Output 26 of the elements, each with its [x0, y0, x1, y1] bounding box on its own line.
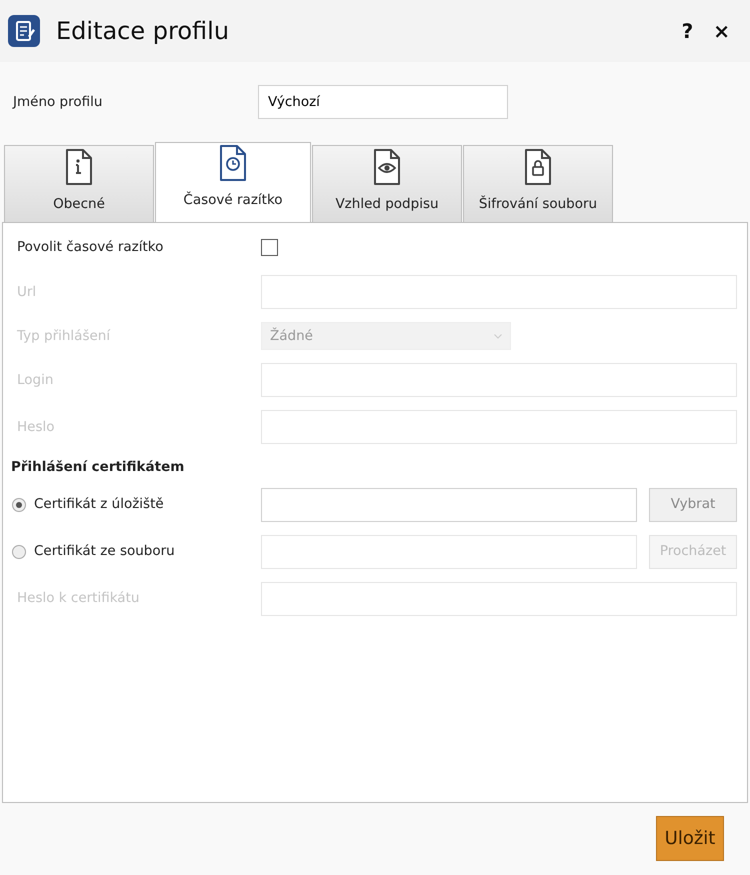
section-heading: Přihlášení certifikátem [11, 458, 184, 478]
lock-document-icon [523, 148, 553, 186]
tab[interactable]: Časové razítko [155, 142, 311, 222]
field-label: Url [17, 283, 38, 302]
close-button[interactable]: × [707, 16, 736, 46]
save-button[interactable]: Uložit [656, 816, 724, 861]
eye-document-icon [372, 148, 402, 186]
field-label: Login [17, 371, 54, 390]
help-button[interactable]: ? [676, 16, 700, 46]
field-label: Heslo [17, 418, 56, 438]
field-label: Jméno profilu [13, 92, 104, 112]
tab[interactable]: Obecné [4, 145, 154, 222]
clock-document-icon [218, 144, 248, 182]
tab[interactable]: Vzhled podpisu [312, 145, 462, 222]
info-document-icon [64, 148, 94, 186]
input-field[interactable] [261, 488, 637, 522]
window-title: Editace profilu [56, 16, 230, 47]
profile-name-field[interactable]: Výchozí [258, 85, 508, 119]
field-label: Povolit časové razítko [17, 238, 164, 257]
tab[interactable]: Šifrování souboru [463, 145, 613, 222]
radio-option[interactable]: Certifikát z úložiště [12, 494, 261, 515]
field-label: Typ přihlášení [17, 327, 112, 346]
chevron-icon [494, 334, 502, 339]
app-logo-icon [8, 15, 40, 47]
field-label: Heslo k certifikátu [17, 589, 140, 608]
checkbox[interactable] [261, 238, 278, 256]
